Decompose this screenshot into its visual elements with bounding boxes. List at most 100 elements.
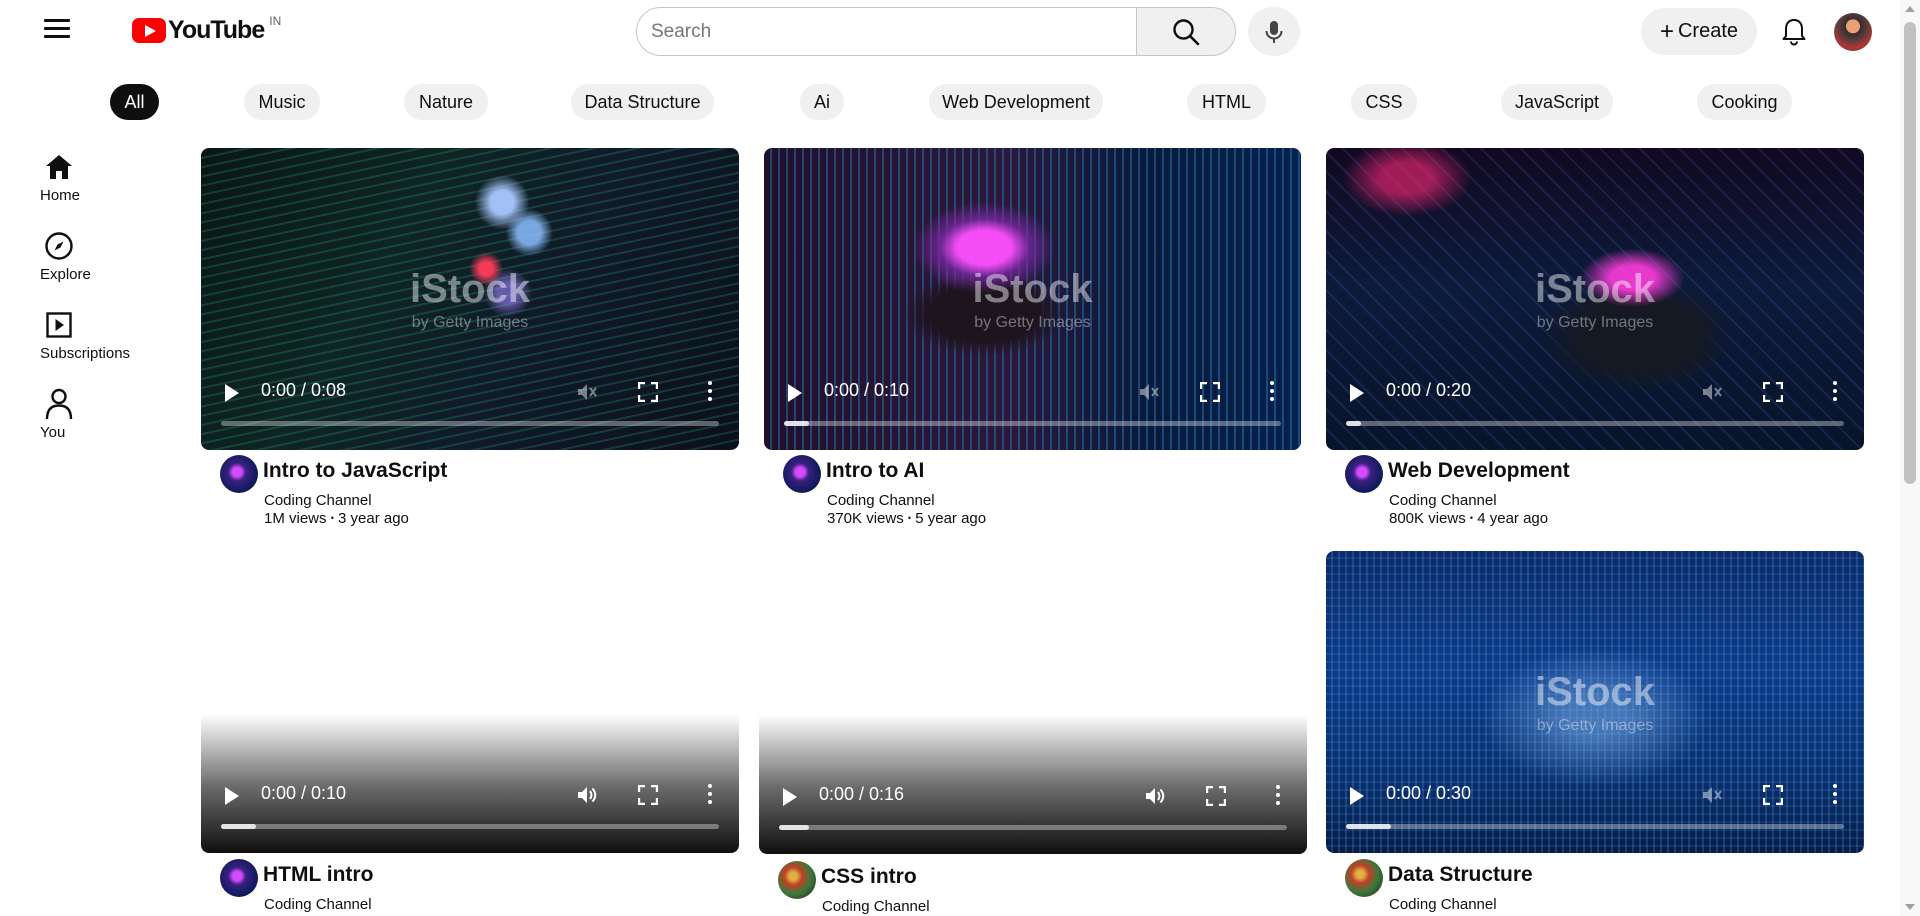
video-controls: 0:00 / 0:20 <box>1326 360 1864 450</box>
video-progress-bar[interactable] <box>779 825 1287 830</box>
video-progress-bar[interactable] <box>1346 421 1844 426</box>
fullscreen-icon[interactable] <box>1200 382 1220 402</box>
volume-icon[interactable] <box>1144 786 1166 806</box>
channel-name[interactable]: Coding Channel <box>1389 896 1497 913</box>
video-title[interactable]: Data Structure <box>1388 863 1533 887</box>
chip-javascript[interactable]: JavaScript <box>1501 84 1613 120</box>
more-options-icon[interactable] <box>707 381 713 403</box>
volume-muted-icon[interactable] <box>1701 785 1723 805</box>
video-player[interactable]: iStock by Getty Images 0:00 / 0:20 <box>1326 148 1864 450</box>
video-meta: Intro to AI Coding Channel 370K views • … <box>783 455 1303 535</box>
create-button[interactable]: + Create <box>1641 8 1757 55</box>
sidebar-item-you[interactable]: You <box>40 387 150 441</box>
scroll-up-arrow-icon[interactable] <box>1905 6 1915 12</box>
fullscreen-icon[interactable] <box>638 785 658 805</box>
channel-avatar[interactable] <box>778 861 816 899</box>
watermark-sub: by Getty Images <box>974 314 1091 332</box>
sidebar-item-subscriptions[interactable]: Subscriptions <box>40 308 150 362</box>
channel-name[interactable]: Coding Channel <box>822 898 930 915</box>
page-scrollbar[interactable] <box>1900 0 1920 916</box>
video-progress-bar[interactable] <box>221 824 719 829</box>
fullscreen-icon[interactable] <box>638 382 658 402</box>
channel-name[interactable]: Coding Channel <box>264 896 372 913</box>
notifications-button[interactable] <box>1777 15 1811 49</box>
channel-avatar[interactable] <box>1345 455 1383 493</box>
fullscreen-icon[interactable] <box>1763 382 1783 402</box>
channel-name[interactable]: Coding Channel <box>1389 492 1497 509</box>
chip-all[interactable]: All <box>110 84 159 120</box>
video-title[interactable]: CSS intro <box>821 865 917 889</box>
more-options-icon[interactable] <box>1269 381 1275 403</box>
youtube-logo[interactable]: YouTube IN <box>132 14 281 45</box>
play-icon[interactable] <box>225 787 239 805</box>
video-progress-bar[interactable] <box>1346 824 1844 829</box>
more-options-icon[interactable] <box>1275 785 1281 807</box>
home-icon <box>42 150 76 184</box>
sidebar-item-home[interactable]: Home <box>40 150 150 204</box>
sidebar-item-explore[interactable]: Explore <box>40 229 150 283</box>
volume-muted-icon[interactable] <box>1138 382 1160 402</box>
create-label: Create <box>1677 20 1739 42</box>
video-player[interactable]: 0:00 / 0:10 <box>201 551 739 853</box>
video-title[interactable]: Intro to AI <box>826 459 924 483</box>
channel-avatar[interactable] <box>1345 859 1383 897</box>
video-player[interactable]: 0:00 / 0:16 <box>759 551 1307 854</box>
video-stats: 800K views • 4 year ago <box>1389 510 1548 527</box>
chip-nature[interactable]: Nature <box>404 84 488 120</box>
volume-muted-icon[interactable] <box>576 382 598 402</box>
chip-data-structure[interactable]: Data Structure <box>571 84 714 120</box>
more-options-icon[interactable] <box>1832 784 1838 806</box>
play-icon[interactable] <box>225 384 239 402</box>
video-time: 0:00 / 0:08 <box>261 380 347 400</box>
plus-icon: + <box>1659 17 1674 45</box>
more-options-icon[interactable] <box>1832 381 1838 403</box>
video-title[interactable]: Web Development <box>1388 459 1570 483</box>
play-icon[interactable] <box>1350 787 1364 805</box>
play-icon[interactable] <box>788 384 802 402</box>
chip-cooking[interactable]: Cooking <box>1697 84 1792 120</box>
video-player[interactable]: iStock by Getty Images 0:00 / 0:08 <box>201 148 739 450</box>
channel-avatar[interactable] <box>783 455 821 493</box>
more-options-icon[interactable] <box>707 784 713 806</box>
logo-text: YouTube <box>168 16 265 44</box>
chip-ai[interactable]: Ai <box>800 84 844 120</box>
video-controls: 0:00 / 0:30 <box>1326 763 1864 853</box>
fullscreen-icon[interactable] <box>1763 785 1783 805</box>
volume-icon[interactable] <box>576 785 598 805</box>
microphone-icon <box>1265 20 1283 43</box>
video-controls: 0:00 / 0:16 <box>759 764 1307 854</box>
video-meta: Intro to JavaScript Coding Channel 1M vi… <box>220 455 740 535</box>
bell-icon <box>1782 19 1806 46</box>
sidebar-item-label: Explore <box>40 266 91 283</box>
voice-search-button[interactable] <box>1248 7 1300 56</box>
video-progress-bar[interactable] <box>221 421 719 426</box>
search-button[interactable] <box>1136 7 1236 56</box>
channel-name[interactable]: Coding Channel <box>264 492 372 509</box>
channel-avatar[interactable] <box>220 859 258 897</box>
video-player[interactable]: iStock by Getty Images 0:00 / 0:30 <box>1326 551 1864 853</box>
search-input[interactable] <box>637 8 1136 55</box>
chip-web-development[interactable]: Web Development <box>929 84 1103 120</box>
fullscreen-icon[interactable] <box>1206 786 1226 806</box>
video-controls: 0:00 / 0:10 <box>764 360 1301 450</box>
video-title[interactable]: HTML intro <box>263 863 373 887</box>
channel-avatar[interactable] <box>220 455 258 493</box>
video-progress-bar[interactable] <box>784 421 1281 426</box>
volume-muted-icon[interactable] <box>1701 382 1723 402</box>
chip-music[interactable]: Music <box>244 84 320 120</box>
video-title[interactable]: Intro to JavaScript <box>263 459 447 483</box>
account-avatar[interactable] <box>1834 13 1872 51</box>
scrollbar-thumb[interactable] <box>1904 22 1916 484</box>
top-header: YouTube IN + Create <box>0 0 1900 62</box>
search-icon <box>1173 18 1200 45</box>
play-icon[interactable] <box>783 788 797 806</box>
play-icon[interactable] <box>1350 384 1364 402</box>
channel-name[interactable]: Coding Channel <box>827 492 935 509</box>
video-player[interactable]: iStock by Getty Images 0:00 / 0:10 <box>764 148 1301 450</box>
chip-css[interactable]: CSS <box>1351 84 1417 120</box>
scroll-down-arrow-icon[interactable] <box>1905 904 1915 910</box>
upload-age: 4 year ago <box>1477 510 1549 527</box>
chip-html[interactable]: HTML <box>1187 84 1266 120</box>
menu-icon[interactable] <box>44 14 74 46</box>
watermark: iStock <box>1534 266 1656 311</box>
